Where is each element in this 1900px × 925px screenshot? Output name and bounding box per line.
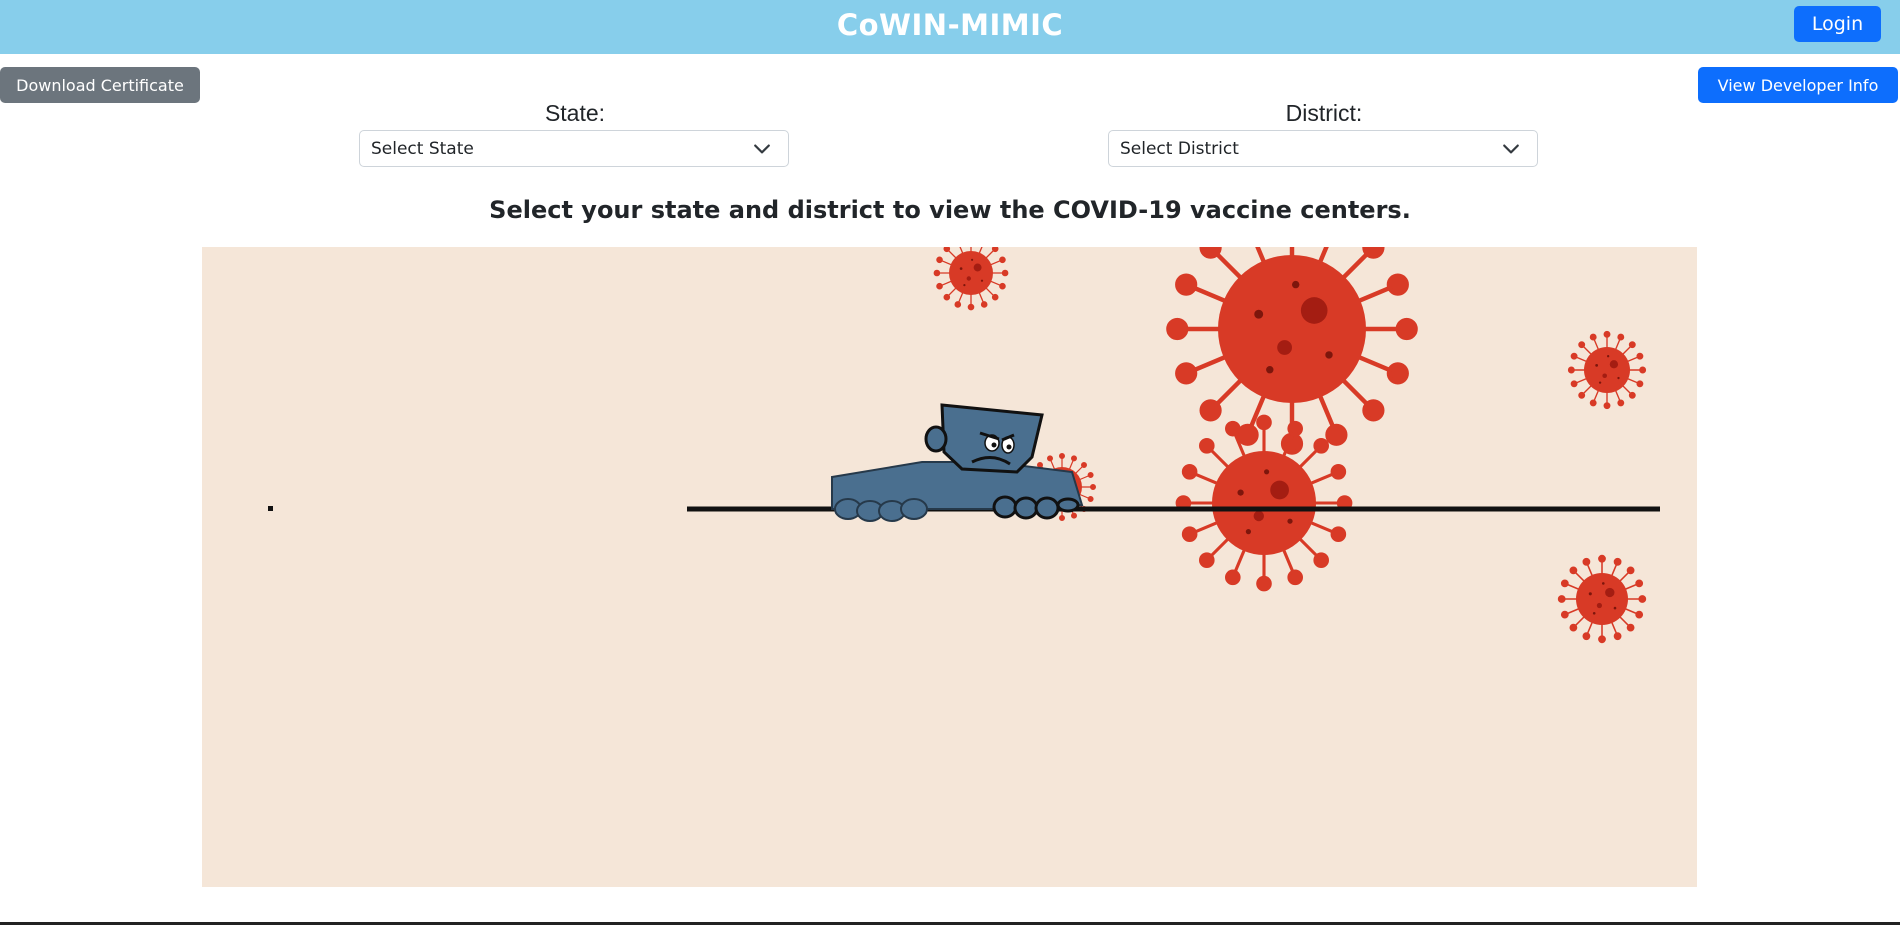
app-title: CoWIN-MIMIC	[836, 8, 1064, 42]
illustration-svg	[268, 247, 1660, 887]
chevron-down-icon	[1503, 144, 1519, 154]
virus-small-right	[1569, 332, 1646, 409]
chevron-down-icon	[754, 144, 770, 154]
cartoon-figure	[831, 403, 1084, 522]
state-select[interactable]: Select State	[359, 130, 789, 167]
virus-medium	[1177, 416, 1351, 590]
instruction-heading: Select your state and district to view t…	[489, 196, 1411, 224]
virus-small-bottom-right	[1559, 556, 1646, 643]
speck-mark	[268, 506, 273, 511]
district-label: District:	[1285, 100, 1363, 126]
virus-small-top	[934, 247, 1007, 310]
district-select[interactable]: Select District	[1108, 130, 1538, 167]
district-select-value: Select District	[1120, 139, 1239, 159]
view-developer-info-button[interactable]: View Developer Info	[1698, 67, 1898, 103]
state-label: State:	[544, 100, 606, 126]
download-certificate-button[interactable]: Download Certificate	[0, 67, 200, 103]
top-navbar: CoWIN-MIMIC Login	[0, 0, 1900, 54]
virus-illustration	[202, 247, 1697, 887]
state-select-value: Select State	[371, 139, 474, 159]
login-button[interactable]: Login	[1794, 6, 1881, 42]
